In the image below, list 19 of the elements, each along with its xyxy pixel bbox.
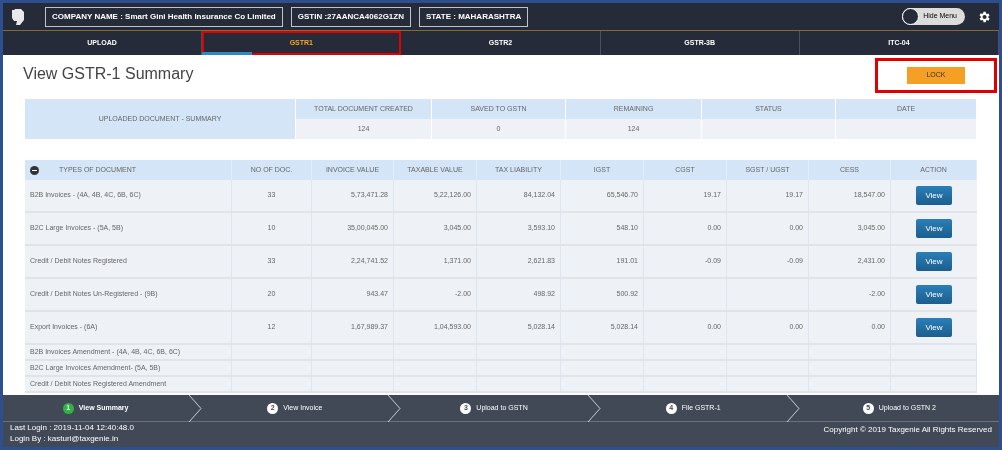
chevron-divider bbox=[387, 394, 402, 422]
active-tab-underline bbox=[202, 52, 253, 55]
view-button[interactable]: View bbox=[916, 252, 952, 271]
view-button[interactable]: View bbox=[916, 186, 952, 205]
gstin-label: GSTIN :27AANCA4062G1ZN bbox=[290, 6, 411, 27]
login-by-text: Login By : kasturi@taxgenie.in bbox=[10, 434, 120, 444]
collapse-icon[interactable] bbox=[30, 165, 39, 175]
company-name: COMPANY NAME : Smart Gini Health Insurance Co Limited bbox=[45, 6, 283, 27]
view-button[interactable]: View bbox=[916, 219, 952, 238]
view-button[interactable]: View bbox=[916, 285, 952, 304]
settings-icon[interactable] bbox=[977, 9, 991, 24]
view-button[interactable]: View bbox=[916, 318, 952, 337]
page-title: View GSTR-1 Summary bbox=[23, 63, 194, 84]
chevron-divider bbox=[188, 394, 203, 422]
chevron-divider bbox=[785, 394, 800, 422]
last-login-text: Last Login : 2019-11-04 12:40:48.0 bbox=[10, 423, 134, 433]
chevron-divider bbox=[586, 394, 601, 422]
copyright-text: Copyright © 2019 Taxgenie All Rights Reserved bbox=[823, 425, 992, 435]
state-label: STATE : MAHARASHTRA bbox=[419, 6, 529, 27]
